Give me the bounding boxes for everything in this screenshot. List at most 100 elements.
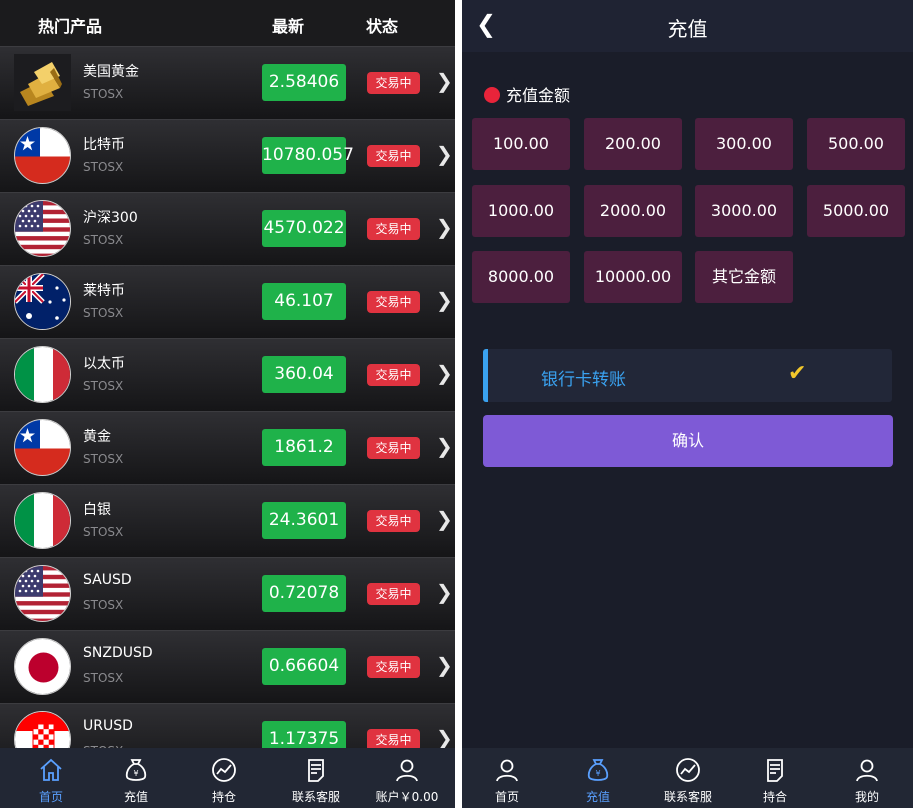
tab-item[interactable]: 联系客服	[275, 748, 357, 808]
product-row[interactable]: URUSDSTOSX1.17375交易中❯	[0, 703, 455, 748]
amount-option[interactable]: 5000.00	[807, 185, 905, 237]
tab-item[interactable]: 我的	[826, 748, 908, 808]
product-list: 美国黄金 STOSX 2.58406 交易中 ❯ 比特币 STOSX 10780.057 交易中…	[0, 46, 455, 748]
tab-item[interactable]: 持仓	[183, 748, 265, 808]
user-icon	[393, 756, 421, 784]
tab-item[interactable]: 首页	[466, 748, 548, 808]
chevron-right-icon: ❯	[436, 653, 453, 677]
checkmark-icon: ✔	[788, 361, 807, 386]
document-icon	[761, 756, 789, 784]
page-title: 充值	[667, 17, 708, 41]
chevron-right-icon: ❯	[436, 69, 453, 93]
header-status: 状态	[366, 17, 399, 36]
chile-flag-icon	[14, 419, 71, 476]
yuan-icon	[484, 87, 500, 103]
product-list-header: 热门产品 最新 状态	[0, 0, 455, 46]
chevron-right-icon: ❯	[436, 361, 453, 385]
status-badge: 交易中	[367, 656, 420, 678]
product-row[interactable]: 以太币 STOSX 360.04 交易中 ❯	[0, 338, 455, 411]
product-name: 美国黄金	[83, 64, 139, 80]
product-row[interactable]: SNZDUSD STOSX 0.66604 交易中 ❯	[0, 630, 455, 703]
product-code: STOSX	[83, 160, 124, 174]
user-icon	[853, 756, 881, 784]
product-row[interactable]: 白银 STOSX 24.3601 交易中 ❯	[0, 484, 455, 557]
chart-icon	[210, 756, 238, 784]
amount-option[interactable]: 500.00	[807, 118, 905, 170]
amount-option[interactable]: 10000.00	[584, 251, 682, 303]
japan-flag-icon	[14, 638, 71, 695]
product-name: 莱特币	[83, 283, 125, 299]
home-screen: 热门产品 最新 状态 美国黄金 STOSX 2.58406 交易中 ❯ 比特币 STOSX 1…	[0, 0, 455, 808]
chevron-right-icon: ❯	[436, 507, 453, 531]
product-name: URUSD	[83, 718, 133, 734]
price-badge: 10780.057	[262, 137, 354, 174]
tab-item[interactable]: 联系客服	[647, 748, 729, 808]
amount-section-label: 充值金额	[506, 86, 571, 105]
money-bag-icon: ¥	[584, 756, 612, 784]
amount-option[interactable]: 其它金额	[695, 251, 793, 303]
amount-option[interactable]: 3000.00	[695, 185, 793, 237]
bank-transfer-label: 银行卡转账	[541, 370, 626, 390]
tab-label: 持仓	[211, 790, 236, 804]
bottom-tab-bar: 首页 ¥ 充值 联系客服 持合 我的	[462, 748, 913, 808]
chevron-right-icon: ❯	[436, 288, 453, 312]
product-code: STOSX	[83, 525, 124, 539]
header-product: 热门产品	[38, 17, 103, 36]
product-row[interactable]: 美国黄金 STOSX 2.58406 交易中 ❯	[0, 46, 455, 119]
amount-option[interactable]: 2000.00	[584, 185, 682, 237]
tab-item[interactable]: ¥ 充值	[557, 748, 639, 808]
tab-label: 联系客服	[291, 790, 340, 804]
document-icon	[302, 756, 330, 784]
amount-option[interactable]: 8000.00	[472, 251, 570, 303]
tab-label: 首页	[494, 790, 519, 804]
product-code: STOSX	[83, 379, 124, 393]
product-code: STOSX	[83, 233, 124, 247]
amount-option[interactable]: 100.00	[472, 118, 570, 170]
tab-label: 充值	[123, 790, 148, 804]
product-name: 以太币	[83, 356, 125, 372]
tab-item[interactable]: 首页	[10, 748, 92, 808]
price-badge: 46.107	[262, 283, 346, 320]
tab-item[interactable]: 账户￥0.00	[366, 748, 448, 808]
product-name: 黄金	[83, 429, 111, 445]
tab-label: 账户￥0.00	[375, 790, 439, 804]
product-row[interactable]: 沪深300 STOSX 4570.022 交易中 ❯	[0, 192, 455, 265]
status-badge: 交易中	[367, 729, 420, 748]
status-badge: 交易中	[367, 218, 420, 240]
chevron-right-icon: ❯	[436, 215, 453, 239]
amount-option[interactable]: 200.00	[584, 118, 682, 170]
gold-bars-icon	[14, 54, 71, 111]
svg-text:¥: ¥	[595, 769, 600, 778]
product-row[interactable]: SAUSD STOSX 0.72078 交易中 ❯	[0, 557, 455, 630]
croatia-flag-icon	[14, 711, 71, 748]
amount-option[interactable]: 1000.00	[472, 185, 570, 237]
product-row[interactable]: 比特币 STOSX 10780.057 交易中 ❯	[0, 119, 455, 192]
status-badge: 交易中	[367, 437, 420, 459]
amount-option[interactable]: 300.00	[695, 118, 793, 170]
status-badge: 交易中	[367, 364, 420, 386]
tab-label: 我的	[854, 790, 879, 804]
price-badge: 1861.2	[262, 429, 346, 466]
italy-flag-icon	[14, 492, 71, 549]
price-badge: 1.17375	[262, 721, 346, 748]
usa-flag-icon	[14, 200, 71, 257]
bank-transfer-option[interactable]: 银行卡转账 ✔	[483, 349, 892, 402]
product-row[interactable]: 黄金 STOSX 1861.2 交易中 ❯	[0, 411, 455, 484]
status-badge: 交易中	[367, 291, 420, 313]
product-row[interactable]: 莱特币 STOSX 46.107 交易中 ❯	[0, 265, 455, 338]
user-icon	[493, 756, 521, 784]
usa-flag-icon	[14, 565, 71, 622]
chevron-right-icon: ❯	[436, 580, 453, 604]
header-latest: 最新	[272, 17, 305, 36]
tab-label: 充值	[585, 790, 610, 804]
product-name: SAUSD	[83, 572, 132, 588]
home-icon	[37, 756, 65, 784]
tab-item[interactable]: 持合	[734, 748, 816, 808]
product-name: 比特币	[83, 137, 125, 153]
confirm-button[interactable]: 确认	[483, 415, 893, 467]
svg-text:¥: ¥	[133, 769, 138, 778]
tab-item[interactable]: ¥ 充值	[95, 748, 177, 808]
status-badge: 交易中	[367, 72, 420, 94]
status-badge: 交易中	[367, 510, 420, 532]
selected-indicator	[483, 349, 488, 402]
